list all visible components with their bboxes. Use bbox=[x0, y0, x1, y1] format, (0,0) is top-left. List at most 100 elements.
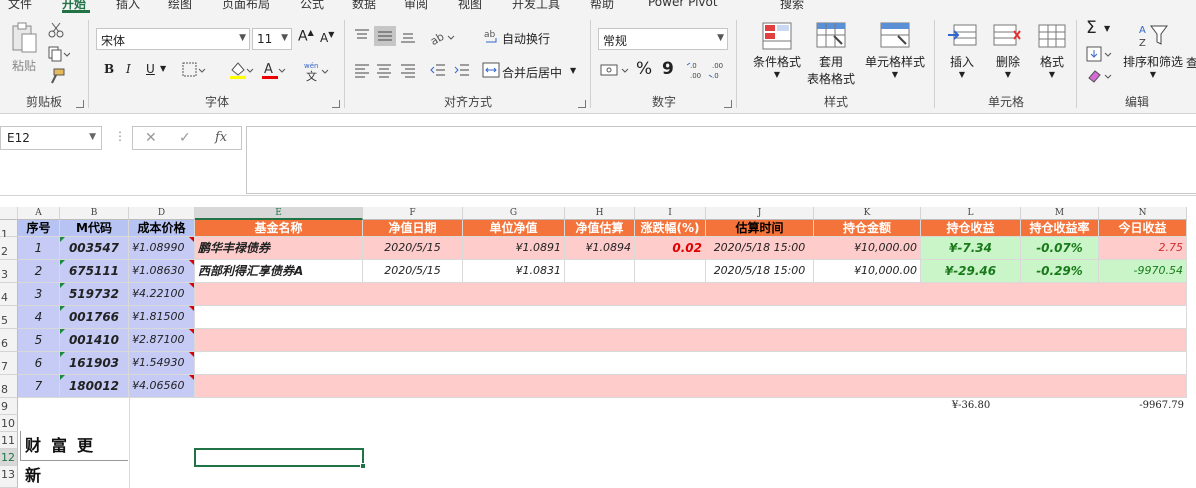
cell-no[interactable]: 6 bbox=[18, 352, 60, 375]
decrease-decimal-icon[interactable]: .00.0 bbox=[708, 60, 728, 80]
cell-cost[interactable]: ¥2.87100 bbox=[129, 329, 195, 352]
select-all-corner[interactable] bbox=[0, 207, 18, 220]
fill-handle[interactable] bbox=[360, 463, 366, 469]
cut-icon[interactable] bbox=[48, 22, 64, 38]
increase-indent-icon[interactable] bbox=[454, 62, 470, 78]
grow-font-button[interactable]: A▲ bbox=[298, 28, 314, 45]
row-header[interactable]: 9 bbox=[0, 398, 18, 415]
row-band[interactable] bbox=[195, 352, 1187, 375]
header-cell-nav-estimate[interactable]: 净值估算 bbox=[565, 220, 635, 237]
wealth-update-button[interactable]: 财富更新 bbox=[20, 431, 128, 485]
cell-no[interactable]: 1 bbox=[18, 237, 60, 260]
column-header-h[interactable]: H bbox=[565, 207, 635, 220]
cell-change-pct[interactable] bbox=[635, 260, 706, 283]
format-painter-icon[interactable] bbox=[48, 68, 66, 84]
cell-holding-amount[interactable]: ¥10,000.00 bbox=[814, 237, 921, 260]
cell-code[interactable]: 003547 bbox=[60, 237, 129, 260]
bold-button[interactable]: B bbox=[104, 62, 114, 76]
name-box[interactable]: E12 ▼ bbox=[0, 126, 102, 150]
column-header-j[interactable]: J bbox=[706, 207, 814, 220]
tab-developer[interactable]: 开发工具 bbox=[512, 0, 560, 12]
row-header[interactable]: 12 bbox=[0, 449, 18, 466]
row-header[interactable]: 10 bbox=[0, 415, 18, 432]
column-header-k[interactable]: K bbox=[814, 207, 921, 220]
cell-no[interactable]: 2 bbox=[18, 260, 60, 283]
autosum-button[interactable]: Σ bbox=[1086, 18, 1097, 38]
cell-nav-estimate[interactable]: ¥1.0894 bbox=[565, 237, 635, 260]
font-size-select[interactable]: 11 ▼ bbox=[252, 28, 292, 50]
tab-draw[interactable]: 绘图 bbox=[168, 0, 192, 12]
cell-estimate-time[interactable]: 2020/5/18 15:00 bbox=[706, 260, 814, 283]
paste-button[interactable]: 粘贴 bbox=[6, 22, 42, 74]
percent-style-button[interactable]: % bbox=[636, 59, 652, 79]
chevron-down-icon[interactable]: ▼ bbox=[160, 64, 166, 73]
row-header[interactable]: 13 bbox=[0, 466, 18, 488]
cell-cost[interactable]: ¥1.08630 bbox=[129, 260, 195, 283]
header-cell-holding-profit[interactable]: 持仓收益 bbox=[921, 220, 1021, 237]
cell-cost[interactable]: ¥4.06560 bbox=[129, 375, 195, 398]
cell-today-profit[interactable]: -9970.54 bbox=[1099, 260, 1187, 283]
header-cell-estimate-time[interactable]: 估算时间 bbox=[706, 220, 814, 237]
total-today-profit[interactable]: -9967.79 bbox=[1099, 398, 1187, 415]
row-band[interactable] bbox=[195, 283, 1187, 306]
column-header-l[interactable]: L bbox=[921, 207, 1021, 220]
tab-page-layout[interactable]: 页面布局 bbox=[222, 0, 270, 12]
resize-handle-icon[interactable]: ⋮ bbox=[114, 129, 126, 143]
cell-cost[interactable]: ¥4.22100 bbox=[129, 283, 195, 306]
merge-center-button[interactable]: 合并后居中 bbox=[502, 64, 562, 81]
chevron-down-icon[interactable]: ▼ bbox=[1104, 24, 1110, 33]
row-header[interactable]: 1 bbox=[0, 220, 18, 240]
cell-holding-amount[interactable]: ¥10,000.00 bbox=[814, 260, 921, 283]
increase-decimal-icon[interactable]: .0.00 bbox=[686, 60, 706, 80]
column-header-n[interactable]: N bbox=[1099, 207, 1187, 220]
alignment-launcher[interactable] bbox=[578, 100, 586, 108]
tab-formulas[interactable]: 公式 bbox=[300, 0, 324, 12]
tab-data[interactable]: 数据 bbox=[352, 0, 376, 12]
number-launcher[interactable] bbox=[724, 100, 732, 108]
formula-input[interactable] bbox=[246, 126, 1196, 194]
tab-view[interactable]: 视图 bbox=[458, 0, 482, 12]
row-band[interactable] bbox=[195, 306, 1187, 329]
cell-code[interactable]: 161903 bbox=[60, 352, 129, 375]
underline-button[interactable]: U bbox=[146, 62, 155, 76]
enter-icon[interactable]: ✓ bbox=[179, 130, 191, 146]
align-center-icon[interactable] bbox=[376, 62, 392, 78]
cell-estimate-time[interactable]: 2020/5/18 15:00 bbox=[706, 237, 814, 260]
cell-nav-estimate[interactable] bbox=[565, 260, 635, 283]
font-launcher[interactable] bbox=[332, 100, 340, 108]
column-header-b[interactable]: B bbox=[60, 207, 129, 220]
tab-help[interactable]: 帮助 bbox=[590, 0, 614, 12]
header-cell-nav-date[interactable]: 净值日期 bbox=[363, 220, 463, 237]
cell-cost[interactable]: ¥1.81500 bbox=[129, 306, 195, 329]
tab-review[interactable]: 审阅 bbox=[404, 0, 428, 12]
header-cell-cost[interactable]: 成本价格 bbox=[129, 220, 195, 237]
header-cell-code[interactable]: M代码 bbox=[60, 220, 129, 237]
cell-cost[interactable]: ¥1.54930 bbox=[129, 352, 195, 375]
row-header[interactable]: 2 bbox=[0, 237, 18, 260]
column-header-m[interactable]: M bbox=[1021, 207, 1099, 220]
cell-code[interactable]: 519732 bbox=[60, 283, 129, 306]
copy-icon[interactable] bbox=[48, 46, 70, 62]
header-cell-unit-nav[interactable]: 单位净值 bbox=[463, 220, 565, 237]
column-header-a[interactable]: A bbox=[18, 207, 60, 220]
align-right-icon[interactable] bbox=[400, 62, 416, 78]
cell-no[interactable]: 3 bbox=[18, 283, 60, 306]
number-format-select[interactable]: 常规 ▼ bbox=[598, 28, 728, 50]
italic-button[interactable]: I bbox=[126, 62, 131, 76]
cell-unit-nav[interactable]: ¥1.0891 bbox=[463, 237, 565, 260]
cancel-icon[interactable]: ✕ bbox=[145, 130, 157, 146]
cell-code[interactable]: 001410 bbox=[60, 329, 129, 352]
header-cell-profit-rate[interactable]: 持仓收益率 bbox=[1021, 220, 1099, 237]
cell-no[interactable]: 7 bbox=[18, 375, 60, 398]
cell-nav-date[interactable]: 2020/5/15 bbox=[363, 260, 463, 283]
tab-power-pivot[interactable]: Power Pivot bbox=[648, 0, 718, 9]
column-header-e[interactable]: E bbox=[195, 207, 363, 220]
row-header[interactable]: 5 bbox=[0, 306, 18, 329]
format-cells-button[interactable]: 格式 ▼ bbox=[1032, 22, 1072, 79]
accounting-format-icon[interactable] bbox=[600, 62, 630, 78]
comma-style-button[interactable]: 9 bbox=[662, 59, 674, 79]
cell-code[interactable]: 001766 bbox=[60, 306, 129, 329]
cell-styles-button[interactable]: 单元格样式 ▼ bbox=[862, 22, 928, 79]
align-top-icon[interactable] bbox=[354, 28, 370, 44]
row-header[interactable]: 6 bbox=[0, 329, 18, 352]
